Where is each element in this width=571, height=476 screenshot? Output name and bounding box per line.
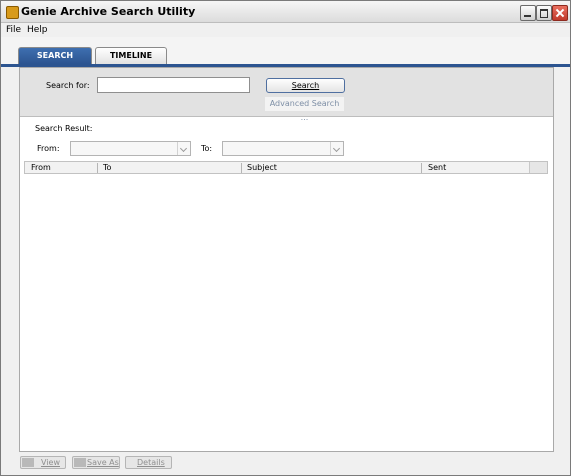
search-label: Search for: bbox=[46, 81, 90, 90]
view-button-label: View bbox=[41, 458, 60, 467]
save-icon bbox=[74, 458, 86, 467]
search-result-label: Search Result: bbox=[35, 124, 93, 133]
app-window: Genie Archive Search Utility File Help S… bbox=[0, 0, 571, 476]
view-button[interactable]: View bbox=[20, 456, 66, 469]
minimize-button[interactable] bbox=[520, 5, 536, 21]
chevron-down-icon[interactable] bbox=[330, 142, 343, 155]
save-as-button[interactable]: Save As bbox=[72, 456, 120, 469]
window-title: Genie Archive Search Utility bbox=[21, 5, 196, 18]
title-bar[interactable]: Genie Archive Search Utility bbox=[1, 1, 570, 23]
app-icon bbox=[6, 6, 19, 19]
results-table-body[interactable] bbox=[24, 174, 548, 449]
results-table-header: From To Subject Sent bbox=[24, 161, 548, 174]
tab-timeline[interactable]: TIMELINE bbox=[95, 47, 167, 64]
column-from[interactable]: From bbox=[31, 163, 51, 172]
search-button-label: Search bbox=[291, 81, 320, 90]
from-label: From: bbox=[37, 144, 60, 153]
column-to[interactable]: To bbox=[103, 163, 111, 172]
menu-help[interactable]: Help bbox=[27, 25, 48, 35]
from-date-select[interactable] bbox=[70, 141, 191, 156]
column-separator[interactable] bbox=[241, 163, 242, 173]
chevron-down-icon[interactable] bbox=[177, 142, 190, 155]
maximize-button[interactable] bbox=[536, 5, 552, 21]
column-header-end bbox=[529, 162, 547, 173]
close-button[interactable] bbox=[552, 5, 568, 21]
tab-search[interactable]: SEARCH bbox=[18, 47, 92, 64]
column-separator[interactable] bbox=[97, 163, 98, 173]
menu-file[interactable]: File bbox=[6, 25, 21, 35]
column-separator[interactable] bbox=[421, 163, 422, 173]
view-icon bbox=[22, 458, 34, 467]
to-label: To: bbox=[201, 144, 213, 153]
column-subject[interactable]: Subject bbox=[247, 163, 277, 172]
search-panel: Search for: Search Advanced Search ... S… bbox=[19, 67, 554, 452]
save-as-button-label: Save As bbox=[87, 458, 119, 467]
details-button[interactable]: Details bbox=[125, 456, 172, 469]
menu-bar: File Help bbox=[1, 23, 570, 37]
advanced-search-button[interactable]: Advanced Search ... bbox=[265, 97, 344, 122]
to-date-select[interactable] bbox=[222, 141, 344, 156]
search-area: Search for: Search Advanced Search ... bbox=[20, 68, 553, 122]
search-input[interactable] bbox=[97, 77, 250, 93]
column-sent[interactable]: Sent bbox=[428, 163, 446, 172]
search-button[interactable]: Search bbox=[266, 78, 345, 93]
details-button-label: Details bbox=[137, 458, 165, 467]
